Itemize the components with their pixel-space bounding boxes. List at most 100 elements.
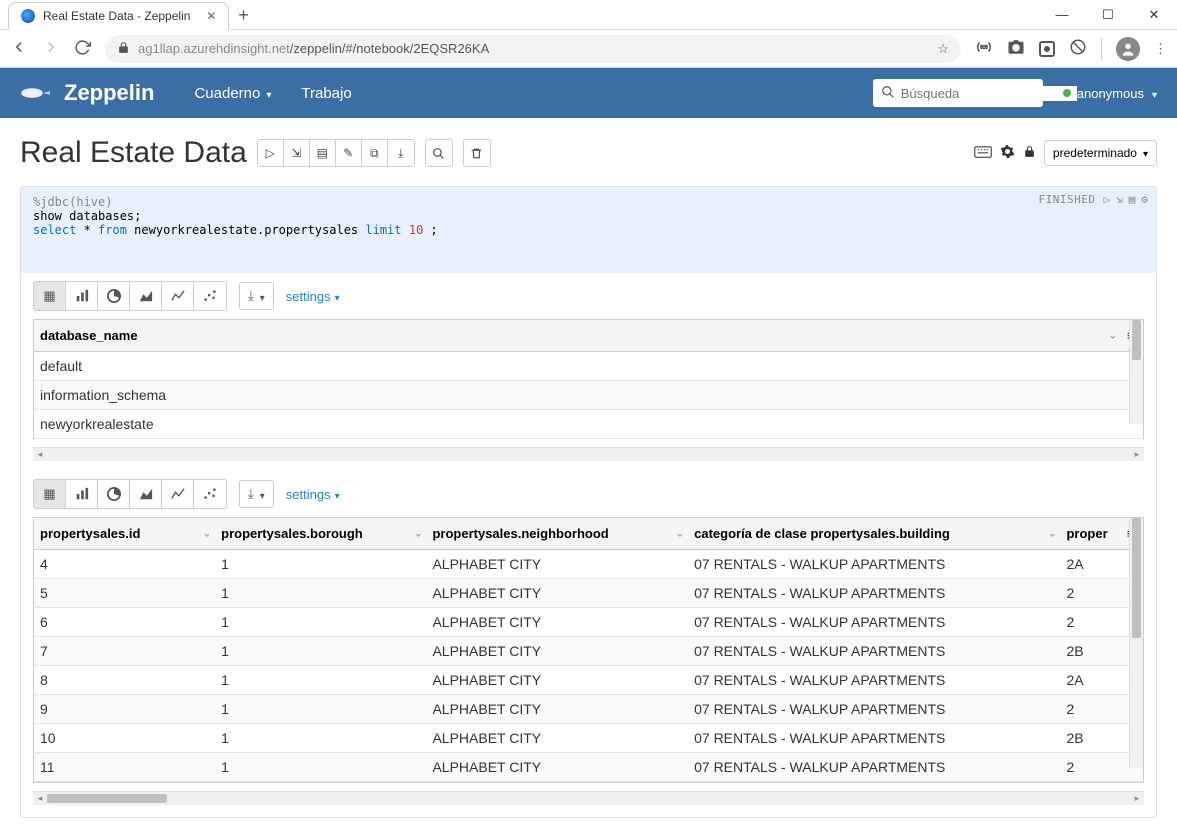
browser-tab[interactable]: Real Estate Data - Zeppelin ✕ xyxy=(8,2,229,30)
viz-table-icon[interactable]: ▦ xyxy=(34,282,66,310)
brand-text: Zeppelin xyxy=(64,80,154,106)
notebook-header: Real Estate Data ▷ ⇲ ▤ ✎ ⧉ ⤓ predetermin… xyxy=(0,118,1177,180)
cell: 2A xyxy=(1060,550,1120,579)
viz-scatter-icon[interactable] xyxy=(194,480,226,508)
url-text: ag1llap.azurehdinsight.net/zeppelin/#/no… xyxy=(138,41,929,56)
table-row: information_schema xyxy=(34,381,1143,410)
viz-line-icon[interactable] xyxy=(162,480,194,508)
code-editor[interactable]: %jdbc(hive) show databases; select * fro… xyxy=(21,187,1156,273)
run-all-icon[interactable]: ▷ xyxy=(258,140,284,166)
viz-scatter-icon[interactable] xyxy=(194,282,226,310)
cell: 7 xyxy=(34,637,215,666)
col-id[interactable]: propertysales.id⌄ xyxy=(34,518,215,550)
cell: 11 xyxy=(34,753,215,782)
expand-icon[interactable]: ⇲ xyxy=(1116,193,1123,206)
col-category[interactable]: categoría de clase propertysales.buildin… xyxy=(688,518,1060,550)
account-icon[interactable] xyxy=(1116,37,1140,61)
viz-tabs-2: ▦ xyxy=(33,479,227,509)
maximize-button[interactable]: ☐ xyxy=(1085,0,1131,30)
hscroll-2[interactable]: ◂ ▸ xyxy=(33,791,1144,805)
col-borough[interactable]: propertysales.borough⌄ xyxy=(215,518,426,550)
menu-notebook[interactable]: Cuaderno xyxy=(194,85,271,102)
viz-table-icon[interactable]: ▦ xyxy=(34,480,66,508)
close-button[interactable]: ✕ xyxy=(1131,0,1177,30)
edit-icon[interactable]: ✎ xyxy=(336,140,362,166)
hide-show-icon[interactable]: ⇲ xyxy=(284,140,310,166)
cell: 1 xyxy=(215,753,426,782)
search-input[interactable] xyxy=(901,86,1077,101)
cell: 8 xyxy=(34,666,215,695)
keyboard-icon[interactable] xyxy=(974,145,992,162)
cell: default xyxy=(34,352,1143,381)
back-button[interactable] xyxy=(10,38,28,59)
bookmark-icon[interactable]: ☆ xyxy=(937,41,949,57)
hscroll-1[interactable]: ◂▸ xyxy=(33,447,1144,461)
viz-line-icon[interactable] xyxy=(162,282,194,310)
trash-icon[interactable] xyxy=(463,139,491,167)
cell: ALPHABET CITY xyxy=(426,753,688,782)
cell: 5 xyxy=(34,579,215,608)
ext-camera-icon[interactable] xyxy=(1007,38,1025,59)
lock-icon[interactable] xyxy=(1023,145,1036,161)
viz-pie-icon[interactable] xyxy=(98,480,130,508)
menu-job[interactable]: Trabajo xyxy=(301,85,351,102)
cell: ALPHABET CITY xyxy=(426,637,688,666)
run-icon[interactable]: ▷ xyxy=(1104,193,1111,206)
vscroll-1[interactable] xyxy=(1129,320,1143,424)
cell: 1 xyxy=(215,637,426,666)
cell: 1 xyxy=(215,550,426,579)
close-tab-icon[interactable]: ✕ xyxy=(206,9,216,23)
address-bar: ag1llap.azurehdinsight.net/zeppelin/#/no… xyxy=(0,30,1177,68)
viz-area-icon[interactable] xyxy=(130,480,162,508)
viz-area-icon[interactable] xyxy=(130,282,162,310)
col-database-name[interactable]: database_name⌄ xyxy=(34,320,1121,352)
brand-icon xyxy=(20,83,56,103)
result1-table: database_name⌄ ≡ defaultinformation_sche… xyxy=(33,319,1144,439)
gear-icon[interactable] xyxy=(1000,144,1015,162)
cell: ALPHABET CITY xyxy=(426,608,688,637)
browser-menu-icon[interactable]: ⋮ xyxy=(1154,41,1167,57)
result1-toolbar: ▦ ⤓ settings xyxy=(21,273,1156,319)
new-tab-button[interactable]: + xyxy=(229,2,257,30)
cell: 2B xyxy=(1060,724,1120,753)
forward-button[interactable] xyxy=(42,38,60,59)
cell: 2B xyxy=(1060,637,1120,666)
col-prop[interactable]: proper xyxy=(1060,518,1120,550)
brand[interactable]: Zeppelin xyxy=(20,80,154,106)
copy-icon[interactable]: ⧉ xyxy=(362,140,388,166)
cell: ALPHABET CITY xyxy=(426,724,688,753)
export-icon[interactable]: ⤓ xyxy=(388,140,414,166)
user-menu[interactable]: anonymous xyxy=(1063,86,1157,101)
clone-icon[interactable]: ▤ xyxy=(310,140,336,166)
search-notebook-icon[interactable] xyxy=(425,139,453,167)
settings-link-2[interactable]: settings xyxy=(286,487,340,502)
zeppelin-navbar: Zeppelin Cuaderno Trabajo anonymous xyxy=(0,68,1177,118)
ext-block-icon[interactable] xyxy=(1069,38,1087,59)
status-text: FINISHED xyxy=(1039,193,1096,206)
settings-link-1[interactable]: settings xyxy=(286,289,340,304)
cell: 2 xyxy=(1060,695,1120,724)
download-button-2[interactable]: ⤓ xyxy=(239,480,274,508)
vscroll-2[interactable] xyxy=(1129,518,1143,768)
ext-antenna-icon[interactable] xyxy=(975,38,993,59)
viz-pie-icon[interactable] xyxy=(98,282,130,310)
cell: 07 RENTALS - WALKUP APARTMENTS xyxy=(688,608,1060,637)
search-box[interactable] xyxy=(873,79,1043,107)
user-name: anonymous xyxy=(1077,86,1144,101)
display-mode-dropdown[interactable]: predeterminado xyxy=(1044,140,1157,166)
url-box[interactable]: ag1llap.azurehdinsight.net/zeppelin/#/no… xyxy=(105,35,961,63)
viz-bar-icon[interactable] xyxy=(66,480,98,508)
para-settings-icon[interactable]: ⚙ xyxy=(1141,193,1148,206)
table-row: 51ALPHABET CITY07 RENTALS - WALKUP APART… xyxy=(34,579,1143,608)
para-gear-icon[interactable]: ▤ xyxy=(1129,193,1136,206)
status-dot-icon xyxy=(1063,89,1071,97)
cell: ALPHABET CITY xyxy=(426,666,688,695)
ext-record-icon[interactable] xyxy=(1039,41,1055,57)
minimize-button[interactable]: — xyxy=(1039,0,1085,30)
download-button-1[interactable]: ⤓ xyxy=(239,282,274,310)
table-row: 71ALPHABET CITY07 RENTALS - WALKUP APART… xyxy=(34,637,1143,666)
cell: 9 xyxy=(34,695,215,724)
reload-button[interactable] xyxy=(74,39,91,59)
viz-bar-icon[interactable] xyxy=(66,282,98,310)
col-neighborhood[interactable]: propertysales.neighborhood⌄ xyxy=(426,518,688,550)
